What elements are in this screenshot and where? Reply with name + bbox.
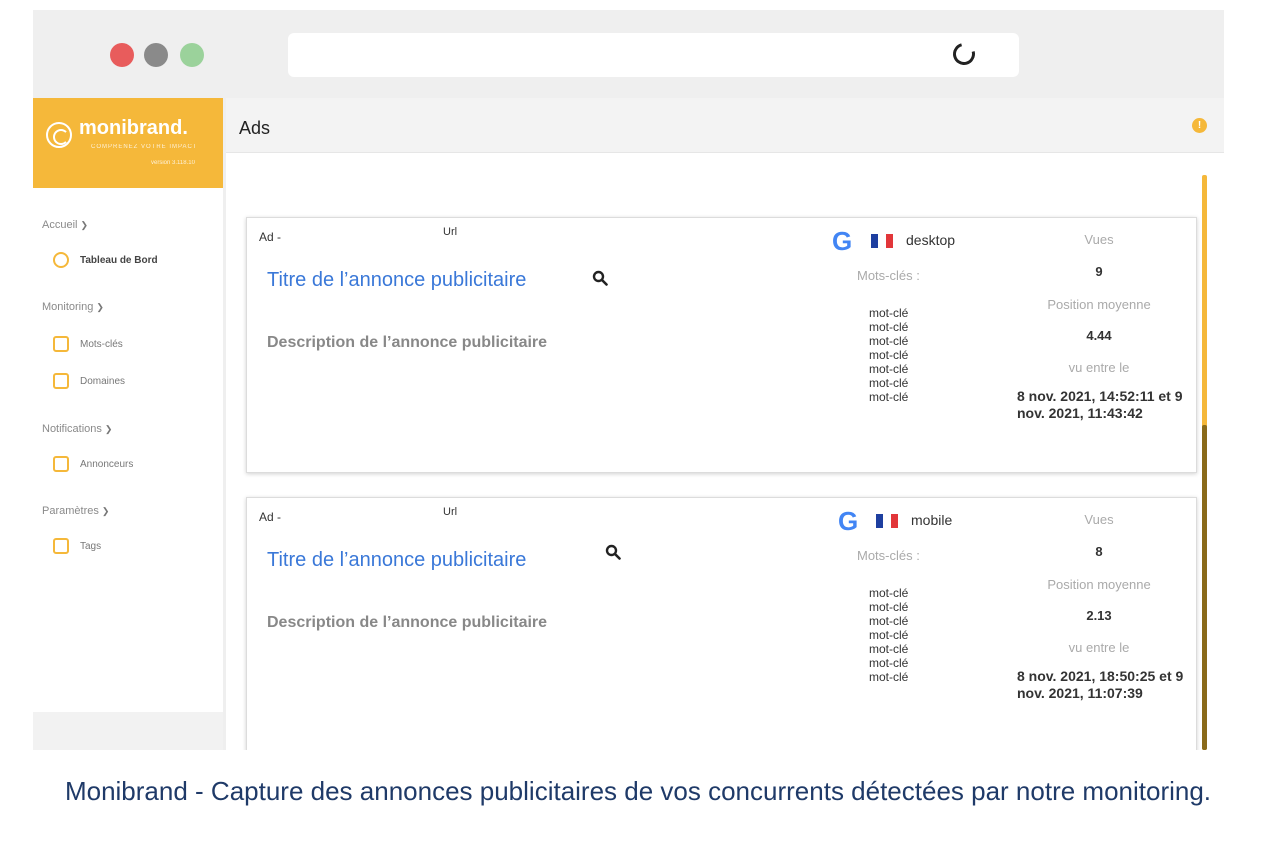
browser-titlebar (33, 10, 1224, 98)
keyword-item: mot-clé (869, 376, 909, 390)
avg-position-label: Position moyenne (1047, 577, 1151, 592)
logo-text: monibrand. (79, 117, 188, 139)
keyword-item: mot-clé (869, 656, 909, 670)
search-icon[interactable] (592, 270, 608, 286)
device-type: mobile (911, 512, 953, 528)
search-icon[interactable] (605, 544, 621, 560)
keywords-icon (53, 336, 69, 352)
nav-section-label: Accueil (42, 219, 78, 231)
ad-card: Ad - Url Titre de l’annonce publicitaire… (246, 497, 1197, 750)
domains-icon (53, 373, 69, 389)
page-title: Ads (239, 118, 271, 138)
nav-section-label: Monitoring (42, 301, 94, 313)
ad-url[interactable]: Url (443, 506, 457, 518)
keyword-item: mot-clé (869, 628, 909, 642)
address-bar[interactable] (288, 33, 1019, 77)
image-caption: Monibrand - Capture des annonces publici… (64, 776, 1212, 806)
chevron-down-icon: ❯ (101, 506, 110, 516)
main-content: Ads ! Ad - Url Titre de l’annonce public… (226, 98, 1224, 750)
nav-section-monitoring[interactable]: Monitoring ❯ (42, 301, 104, 313)
sidebar-item-domaines[interactable]: Domaines (53, 373, 125, 389)
device-type: desktop (906, 232, 956, 248)
ad-card: Ad - Url Titre de l’annonce publicitaire… (246, 217, 1197, 473)
ad-label: Ad - (259, 510, 282, 524)
sidebar-item-label: Tags (80, 540, 102, 552)
keywords-label: Mots-clés : (857, 548, 920, 563)
ad-description: Description de l’annonce publicitaire (267, 614, 548, 631)
sidebar-item-label: Domaines (80, 375, 126, 387)
logo-tagline: COMPRENEZ VOTRE IMPACT (91, 144, 198, 150)
google-icon: G (832, 226, 853, 256)
seen-between-value: 8 nov. 2021, 14:52:11 et 9 nov. 2021, 11… (1017, 388, 1183, 421)
google-icon: G (838, 506, 859, 536)
ad-title[interactable]: Titre de l’annonce publicitaire (267, 549, 526, 572)
chevron-down-icon: ❯ (104, 424, 113, 434)
chevron-down-icon: ❯ (80, 220, 89, 230)
sidebar-item-label: Annonceurs (80, 458, 134, 470)
views-value: 8 (1095, 544, 1103, 559)
page-header: Ads ! (226, 98, 1224, 153)
keyword-item: mot-clé (869, 586, 909, 600)
scrollbar-thumb[interactable] (1202, 425, 1207, 750)
ad-url[interactable]: Url (443, 226, 457, 238)
seen-between-label: vu entre le (1068, 360, 1130, 375)
keyword-item: mot-clé (869, 642, 909, 656)
browser-window: monibrand. COMPRENEZ VOTRE IMPACT versio… (33, 10, 1224, 750)
avg-position-label: Position moyenne (1047, 297, 1151, 312)
nav-section-label: Notifications (42, 423, 102, 435)
avg-position-value: 2.13 (1086, 608, 1112, 623)
sidebar-item-label: Mots-clés (80, 338, 123, 350)
app-version: version 3.118.10 (151, 160, 195, 166)
logo-area[interactable]: monibrand. COMPRENEZ VOTRE IMPACT versio… (33, 98, 223, 188)
sidebar: monibrand. COMPRENEZ VOTRE IMPACT versio… (33, 98, 223, 750)
france-flag-icon (871, 234, 893, 248)
scrollbar[interactable] (1202, 175, 1207, 750)
nav-section-accueil[interactable]: Accueil ❯ (42, 219, 88, 231)
sidebar-item-annonceurs[interactable]: Annonceurs (53, 456, 133, 472)
seen-between-label: vu entre le (1068, 640, 1130, 655)
keyword-item: mot-clé (869, 600, 909, 614)
advertisers-icon (53, 456, 69, 472)
nav-section-parametres[interactable]: Paramètres ❯ (42, 505, 109, 517)
logo-icon (46, 122, 72, 148)
sidebar-item-tableau-de-bord[interactable]: Tableau de Bord (53, 252, 158, 268)
nav-section-label: Paramètres (42, 505, 99, 517)
minimize-window-button[interactable] (144, 43, 168, 67)
sidebar-item-mots-cles[interactable]: Mots-clés (53, 336, 123, 352)
seen-between-value: 8 nov. 2021, 18:50:25 et 9 nov. 2021, 11… (1017, 668, 1184, 701)
ad-title[interactable]: Titre de l’annonce publicitaire (267, 269, 526, 292)
nav-section-notifications[interactable]: Notifications ❯ (42, 423, 112, 435)
info-icon[interactable]: ! (1192, 118, 1207, 133)
avg-position-value: 4.44 (1086, 328, 1112, 343)
ad-description: Description de l’annonce publicitaire (267, 334, 548, 351)
sidebar-item-label: Tableau de Bord (80, 254, 158, 266)
keyword-item: mot-clé (869, 390, 909, 404)
chevron-down-icon: ❯ (96, 302, 104, 312)
keyword-item: mot-clé (869, 348, 909, 362)
ad-label: Ad - (259, 230, 282, 244)
france-flag-icon (876, 514, 898, 528)
close-window-button[interactable] (110, 43, 134, 67)
maximize-window-button[interactable] (180, 43, 204, 67)
keyword-item: mot-clé (869, 306, 909, 320)
views-label: Vues (1084, 232, 1114, 247)
sidebar-item-tags[interactable]: Tags (53, 538, 101, 554)
keyword-item: mot-clé (869, 334, 909, 348)
keywords-label: Mots-clés : (857, 268, 920, 283)
sidebar-footer (33, 712, 223, 750)
keyword-item: mot-clé (869, 362, 909, 376)
keyword-item: mot-clé (869, 614, 909, 628)
keyword-list: mot-clé mot-clé mot-clé mot-clé mot-clé … (869, 586, 908, 684)
views-value: 9 (1095, 264, 1103, 279)
tags-icon (53, 538, 69, 554)
keyword-item: mot-clé (869, 320, 909, 334)
dashboard-icon (53, 252, 69, 268)
keyword-item: mot-clé (869, 670, 909, 684)
views-label: Vues (1084, 512, 1114, 527)
keyword-list: mot-clé mot-clé mot-clé mot-clé mot-clé … (869, 306, 908, 404)
